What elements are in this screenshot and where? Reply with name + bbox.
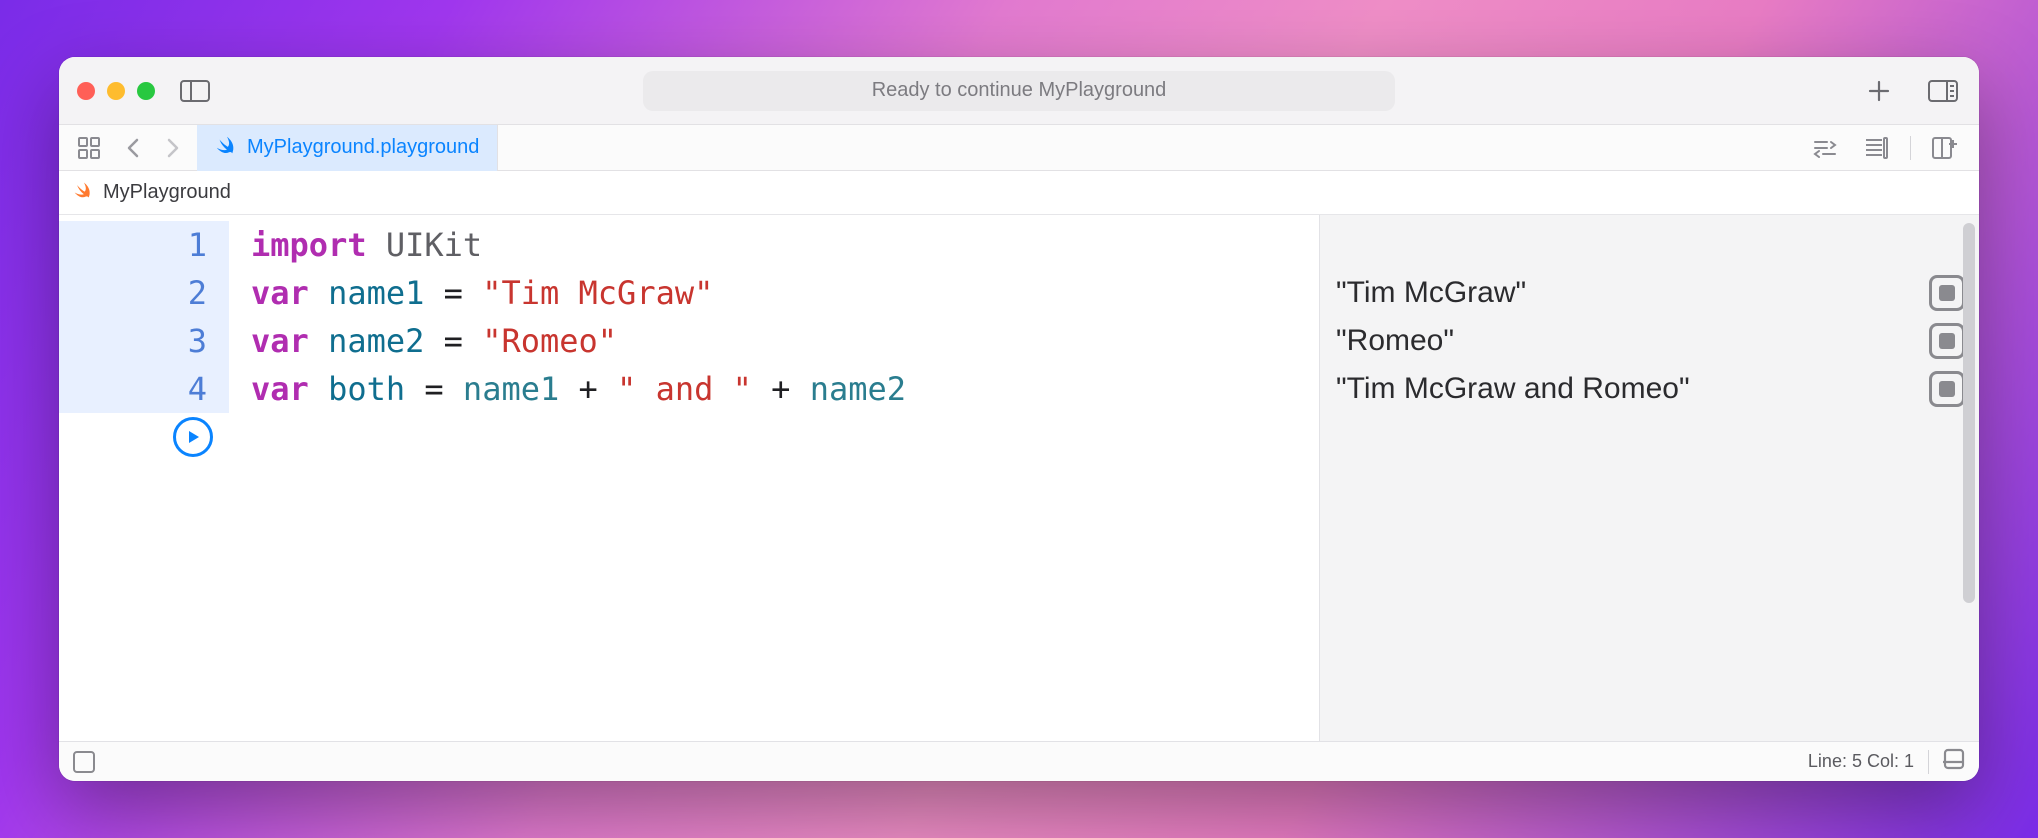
token-op: = <box>444 322 463 360</box>
zoom-window-button[interactable] <box>137 82 155 100</box>
results-sidebar: "Tim McGraw" "Romeo" "Tim McGraw and Romeo… <box>1319 215 1979 741</box>
result-row: "Tim McGraw" <box>1336 269 1965 317</box>
result-value: "Tim McGraw and Romeo" <box>1336 372 1690 406</box>
token-kw: var <box>251 370 309 408</box>
token-str: " and " <box>617 370 752 408</box>
code-review-button[interactable] <box>1806 130 1842 166</box>
quicklook-button[interactable] <box>1929 275 1965 311</box>
toggle-inspectors-button[interactable] <box>1925 73 1961 109</box>
divider <box>1910 136 1911 160</box>
line-number: 4 <box>59 365 229 413</box>
swift-file-icon <box>215 134 237 162</box>
xcode-window: Ready to continue MyPlayground <box>59 57 1979 781</box>
result-row: "Tim McGraw and Romeo" <box>1336 365 1965 413</box>
token-str: "Romeo" <box>482 322 617 360</box>
adjust-editor-button[interactable] <box>1858 130 1894 166</box>
tab-label: MyPlayground.playground <box>247 136 479 159</box>
code-line[interactable]: var name1 = "Tim McGraw" <box>251 269 1319 317</box>
result-row: "Romeo" <box>1336 317 1965 365</box>
run-button[interactable] <box>173 417 213 457</box>
debug-area-toggle-right[interactable] <box>1943 748 1965 775</box>
tabbar: MyPlayground.playground <box>59 125 1979 171</box>
token-decl: both <box>328 370 405 408</box>
token-op: + <box>771 370 790 408</box>
divider <box>1928 750 1929 774</box>
line-number: 3 <box>59 317 229 365</box>
minimize-window-button[interactable] <box>107 82 125 100</box>
close-window-button[interactable] <box>77 82 95 100</box>
nav-back-button[interactable] <box>115 130 151 166</box>
activity-status: Ready to continue MyPlayground <box>643 71 1395 111</box>
nav-forward-button[interactable] <box>155 130 191 166</box>
titlebar: Ready to continue MyPlayground <box>59 57 1979 125</box>
token-decl: name1 <box>328 274 424 312</box>
add-editor-button[interactable] <box>1927 130 1963 166</box>
debug-area-toggle-left[interactable] <box>73 751 95 773</box>
result-value: "Romeo" <box>1336 324 1454 358</box>
token-kw: var <box>251 274 309 312</box>
token-str: "Tim McGraw" <box>482 274 713 312</box>
token-decl: name2 <box>328 322 424 360</box>
quicklook-button[interactable] <box>1929 323 1965 359</box>
line-number-gutter: 1234 <box>59 215 229 741</box>
token-id: name2 <box>810 370 906 408</box>
jumpbar[interactable]: MyPlayground <box>59 171 1979 215</box>
token-kw: var <box>251 322 309 360</box>
token-kw: import <box>251 226 367 264</box>
line-number: 2 <box>59 269 229 317</box>
source-editor[interactable]: 1234 import UIKitvar name1 = "Tim McGraw… <box>59 215 1319 741</box>
code-line[interactable]: var both = name1 + " and " + name2 <box>251 365 1319 413</box>
token-op: + <box>579 370 598 408</box>
related-items-button[interactable] <box>69 132 109 164</box>
code-line[interactable]: import UIKit <box>251 221 1319 269</box>
bottom-bar: Line: 5 Col: 1 <box>59 741 1979 781</box>
results-scrollbar[interactable] <box>1963 223 1975 603</box>
token-op: = <box>444 274 463 312</box>
tab-active[interactable]: MyPlayground.playground <box>197 125 498 171</box>
line-number: 1 <box>59 221 229 269</box>
window-controls <box>77 82 155 100</box>
result-value: "Tim McGraw" <box>1336 276 1526 310</box>
cursor-position: Line: 5 Col: 1 <box>1808 751 1914 772</box>
token-op: = <box>424 370 443 408</box>
editor-wrap: 1234 import UIKitvar name1 = "Tim McGraw… <box>59 215 1979 741</box>
code-line[interactable]: var name2 = "Romeo" <box>251 317 1319 365</box>
jumpbar-path: MyPlayground <box>103 181 231 204</box>
toggle-navigator-button[interactable] <box>177 73 213 109</box>
activity-status-text: Ready to continue MyPlayground <box>872 79 1167 102</box>
add-button[interactable] <box>1861 73 1897 109</box>
token-type: UIKit <box>386 226 482 264</box>
token-id: name1 <box>463 370 559 408</box>
code-area[interactable]: import UIKitvar name1 = "Tim McGraw"var … <box>229 215 1319 741</box>
quicklook-button[interactable] <box>1929 371 1965 407</box>
swift-file-icon <box>73 180 93 206</box>
